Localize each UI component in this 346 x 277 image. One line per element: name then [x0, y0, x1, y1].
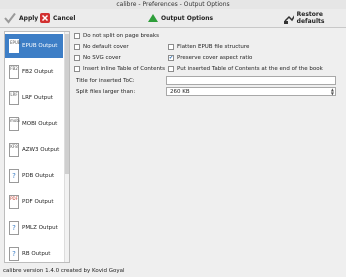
sidebar-item-label: PDF Output: [22, 199, 54, 205]
toolbar-divider: [0, 27, 346, 28]
sidebar-item-label: PDB Output: [22, 173, 55, 179]
sidebar-scrollbar[interactable]: [64, 32, 69, 262]
flatten-epub-checkbox[interactable]: Flatten EPUB file structure: [168, 44, 249, 50]
preserve-aspect-checkbox[interactable]: ✔ Preserve cover aspect ratio: [168, 55, 252, 61]
toolbar: Apply Cancel Output Options Restore defa…: [0, 9, 346, 27]
checkbox-box[interactable]: [74, 33, 80, 39]
sidebar-item-label: MOBI Output: [22, 121, 58, 127]
epub-icon: EPUB: [9, 39, 21, 53]
sidebar-item-azw3[interactable]: KF8 AZW3 Output: [5, 138, 63, 162]
toc-at-end-checkbox[interactable]: Put inserted Table of Contents at the en…: [168, 66, 323, 72]
sidebar-item-pdb[interactable]: ? PDB Output: [5, 164, 63, 188]
unknown-file-icon: ?: [9, 221, 19, 235]
sidebar-item-epub[interactable]: EPUB EPUB Output: [5, 34, 63, 58]
pdf-icon: PDF: [9, 195, 19, 209]
unknown-file-icon: ?: [9, 169, 19, 183]
checkbox-box[interactable]: [74, 44, 80, 50]
option-label: No default cover: [83, 44, 129, 50]
epub-options-panel: Do not split on page breaks No default c…: [72, 31, 342, 261]
apply-label: Apply: [19, 14, 39, 22]
option-label: No SVG cover: [83, 55, 121, 61]
sidebar-item-mobi[interactable]: mobi MOBI Output: [5, 112, 63, 136]
checkbox-box[interactable]: [74, 66, 80, 72]
checkbox-box[interactable]: ✔: [168, 55, 174, 61]
toc-title-input[interactable]: [166, 76, 336, 85]
sidebar-item-label: EPUB Output: [22, 43, 58, 49]
restore-icon: [284, 15, 294, 24]
output-format-list[interactable]: EPUB EPUB Output FB2 FB2 Output LRF LRF …: [4, 31, 70, 263]
window-title: calibre - Preferences - Output Options: [0, 0, 346, 9]
checkmark-icon: [4, 12, 16, 24]
section-up-button[interactable]: Output Options: [148, 11, 213, 25]
sidebar-item-lrf[interactable]: LRF LRF Output: [5, 86, 63, 110]
sidebar-item-pmlz[interactable]: ? PMLZ Output: [5, 216, 63, 240]
up-arrow-icon: [148, 13, 158, 22]
unknown-file-icon: ?: [9, 247, 19, 261]
no-svg-cover-checkbox[interactable]: No SVG cover: [74, 55, 121, 61]
cancel-button[interactable]: Cancel: [40, 11, 75, 25]
split-size-spinbox[interactable]: 260 KB ▲ ▼: [166, 87, 336, 96]
fb2-icon: FB2: [9, 65, 19, 79]
restore-label: Restore defaults: [296, 11, 325, 25]
mobi-icon: mobi: [9, 117, 20, 131]
option-label: Preserve cover aspect ratio: [177, 55, 253, 61]
scrollbar-thumb[interactable]: [65, 34, 69, 174]
option-label: Put inserted Table of Contents at the en…: [177, 66, 323, 72]
sidebar-item-pdf[interactable]: PDF PDF Output: [5, 190, 63, 214]
lrf-icon: LRF: [9, 91, 19, 105]
option-label: Do not split on page breaks: [83, 33, 159, 39]
split-size-value: 260 KB: [170, 89, 190, 95]
restore-defaults-button[interactable]: Restore defaults: [284, 11, 346, 25]
azw3-icon: KF8: [9, 143, 19, 157]
insert-inline-toc-checkbox[interactable]: Insert inline Table of Contents: [74, 66, 165, 72]
option-label: Insert inline Table of Contents: [83, 66, 165, 72]
split-size-label: Split files larger than:: [76, 89, 136, 95]
sidebar-item-fb2[interactable]: FB2 FB2 Output: [5, 60, 63, 84]
option-label: Flatten EPUB file structure: [177, 44, 250, 50]
sidebar-item-label: RB Output: [22, 251, 51, 257]
section-label: Output Options: [161, 14, 214, 22]
spin-arrows-icon[interactable]: ▲ ▼: [331, 88, 334, 96]
sidebar-item-rb[interactable]: ? RB Output: [5, 242, 63, 262]
checkbox-box[interactable]: [168, 66, 174, 72]
sidebar-item-label: AZW3 Output: [22, 147, 60, 153]
sidebar-item-label: LRF Output: [22, 95, 53, 101]
toc-title-label: Title for inserted ToC:: [76, 78, 135, 84]
sidebar-item-label: FB2 Output: [22, 69, 54, 75]
apply-button[interactable]: Apply: [4, 11, 38, 25]
checkbox-box[interactable]: [168, 44, 174, 50]
sidebar-item-label: PMLZ Output: [22, 225, 58, 231]
status-bar: calibre version 1.4.0 created by Kovid G…: [3, 268, 125, 274]
checkbox-box[interactable]: [74, 55, 80, 61]
no-default-cover-checkbox[interactable]: No default cover: [74, 44, 129, 50]
cancel-label: Cancel: [53, 14, 76, 22]
do-not-split-checkbox[interactable]: Do not split on page breaks: [74, 33, 159, 39]
cancel-icon: [40, 13, 50, 23]
